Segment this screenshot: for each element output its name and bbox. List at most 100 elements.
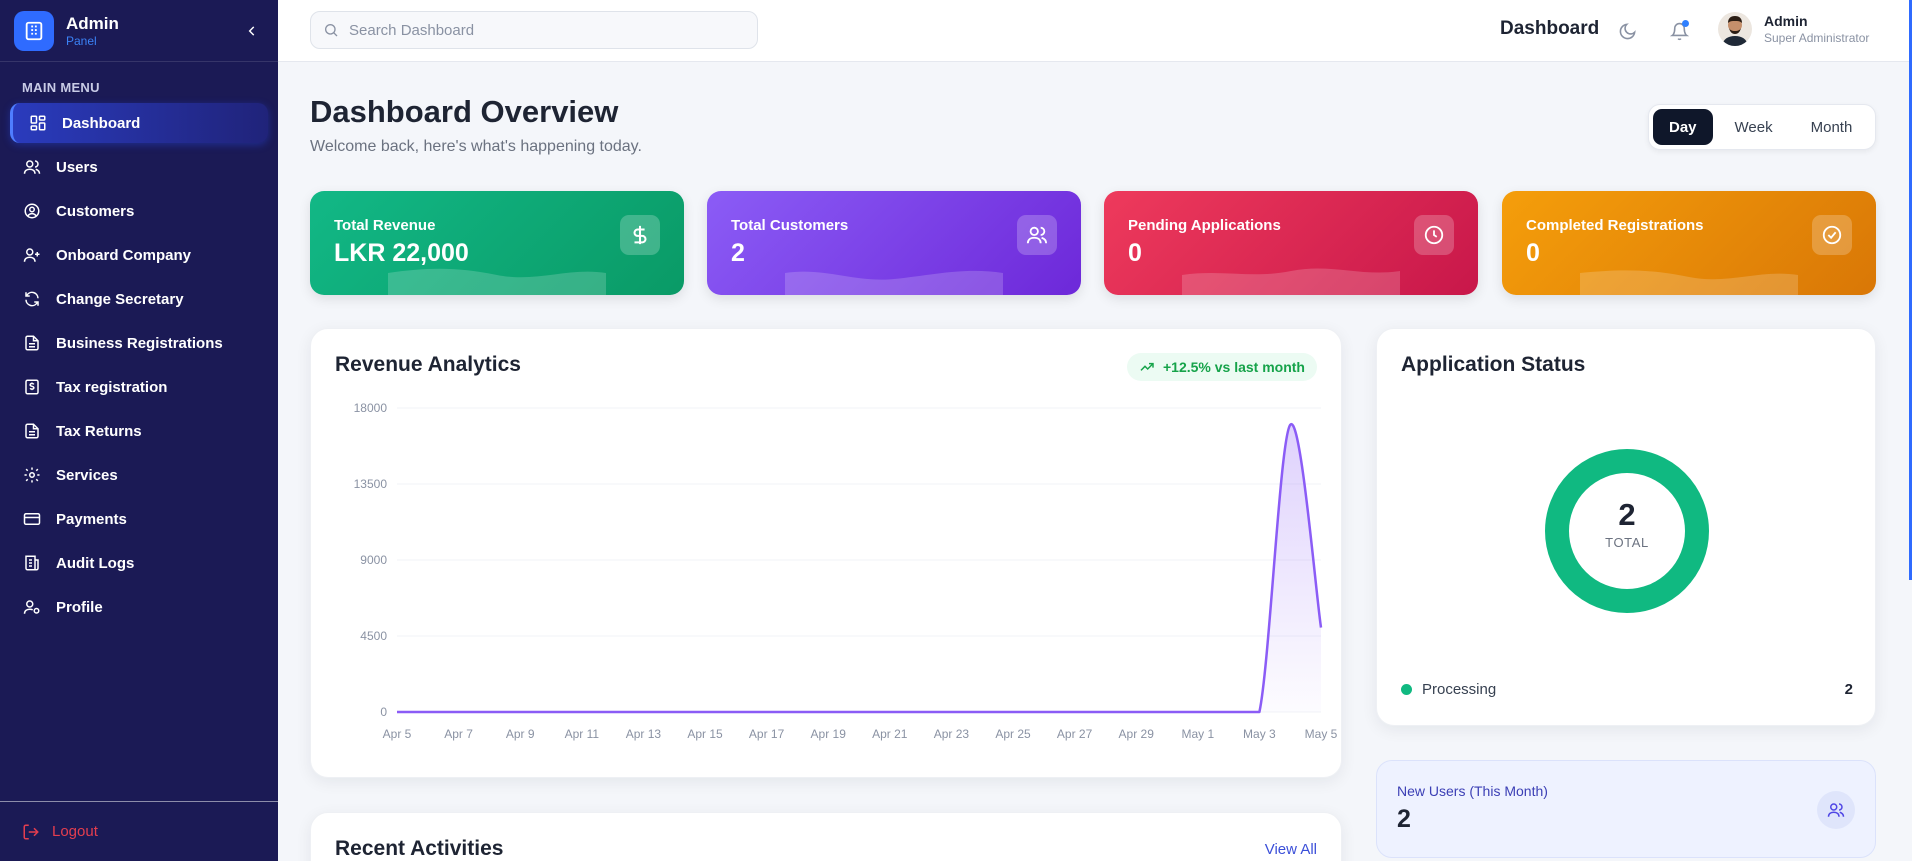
- document-icon: [22, 333, 42, 353]
- x-tick-label: Apr 29: [1119, 727, 1155, 741]
- legend-dot: [1401, 684, 1412, 695]
- y-tick-label: 0: [380, 705, 387, 719]
- topbar-title: Dashboard: [1500, 18, 1600, 39]
- legend-label: Processing: [1422, 681, 1497, 698]
- sidebar-item-change-secretary[interactable]: Change Secretary: [10, 279, 268, 319]
- y-tick-label: 18000: [354, 401, 388, 415]
- new-users-value: 2: [1397, 805, 1411, 833]
- check-circle-icon: [1812, 215, 1852, 255]
- sidebar-item-label: Services: [56, 466, 118, 484]
- view-all-link[interactable]: View All: [1265, 841, 1317, 858]
- revenue-area: [397, 424, 1321, 712]
- menu-heading: MAIN MENU: [22, 80, 100, 95]
- sidebar-menu: Dashboard Users Customers Onboard Compan…: [0, 103, 278, 627]
- x-tick-label: May 5: [1305, 727, 1338, 741]
- stat-label: Total Customers: [731, 217, 849, 234]
- sidebar-item-payments[interactable]: Payments: [10, 499, 268, 539]
- x-tick-label: Apr 11: [565, 727, 600, 741]
- sidebar-item-label: Tax Returns: [56, 422, 142, 440]
- user-plus-icon: [22, 245, 42, 265]
- panel-title: Revenue Analytics: [335, 353, 521, 376]
- document-icon: [22, 421, 42, 441]
- sidebar-item-services[interactable]: Services: [10, 455, 268, 495]
- sidebar-item-audit-logs[interactable]: Audit Logs: [10, 543, 268, 583]
- legend-value: 2: [1844, 681, 1853, 698]
- x-tick-label: Apr 7: [444, 727, 473, 741]
- range-day-button[interactable]: Day: [1653, 109, 1713, 145]
- stat-card-completed-registrations: Completed Registrations 0: [1502, 191, 1876, 295]
- stat-value: 0: [1128, 239, 1142, 267]
- x-tick-label: Apr 15: [687, 727, 723, 741]
- revenue-line: [397, 423, 1323, 714]
- stat-card-pending-applications: Pending Applications 0: [1104, 191, 1478, 295]
- stat-value: LKR 22,000: [334, 239, 469, 267]
- stat-card-total-revenue: Total Revenue LKR 22,000: [310, 191, 684, 295]
- growth-badge: +12.5% vs last month: [1126, 353, 1317, 381]
- sidebar-item-dashboard[interactable]: Dashboard: [10, 103, 268, 143]
- range-week-button[interactable]: Week: [1719, 109, 1789, 145]
- collapse-sidebar-button[interactable]: [240, 19, 264, 43]
- sidebar-item-onboard-company[interactable]: Onboard Company: [10, 235, 268, 275]
- search-box[interactable]: [310, 11, 758, 49]
- sidebar-item-label: Audit Logs: [56, 554, 135, 572]
- logout-label: Logout: [52, 823, 98, 840]
- search-input[interactable]: [349, 21, 729, 39]
- recent-activities-panel: Recent Activities View All: [310, 812, 1342, 861]
- wave-decoration: [1182, 268, 1400, 295]
- y-tick-label: 13500: [354, 477, 388, 491]
- growth-badge-text: +12.5% vs last month: [1162, 359, 1305, 375]
- stat-value: 2: [731, 239, 745, 267]
- sidebar-item-label: Tax registration: [56, 378, 168, 396]
- x-tick-label: Apr 23: [934, 727, 970, 741]
- user-menu[interactable]: Admin Super Administrator: [1718, 12, 1869, 46]
- building-icon: [14, 10, 54, 51]
- x-tick-label: May 1: [1181, 727, 1214, 741]
- brand-title: Admin: [66, 13, 119, 33]
- theme-toggle-button[interactable]: [1614, 18, 1640, 44]
- sidebar-item-tax-registration[interactable]: Tax registration: [10, 367, 268, 407]
- credit-card-icon: [22, 509, 42, 529]
- sidebar-item-label: Payments: [56, 510, 127, 528]
- notification-dot: [1682, 20, 1689, 27]
- sidebar-item-label: Business Registrations: [56, 334, 223, 352]
- revenue-chart: 0 4500 9000 13500 18000 Apr 5 Apr 7 Apr 9 Apr 11…: [354, 401, 1338, 741]
- user-circle-icon: [22, 201, 42, 221]
- sidebar-item-profile[interactable]: Profile: [10, 587, 268, 627]
- stat-label: Pending Applications: [1128, 217, 1281, 234]
- users-icon: [1017, 215, 1057, 255]
- sidebar-item-users[interactable]: Users: [10, 147, 268, 187]
- users-icon: [1817, 791, 1855, 829]
- wave-decoration: [388, 268, 606, 295]
- sidebar-item-label: Change Secretary: [56, 290, 184, 308]
- y-tick-label: 4500: [360, 629, 387, 643]
- range-month-button[interactable]: Month: [1795, 109, 1869, 145]
- new-users-card: New Users (This Month) 2: [1376, 760, 1876, 858]
- gear-icon: [22, 465, 42, 485]
- logout-button[interactable]: Logout: [22, 823, 98, 841]
- x-tick-label: Apr 13: [626, 727, 662, 741]
- sidebar-item-label: Onboard Company: [56, 246, 192, 264]
- stat-label: Total Revenue: [334, 217, 436, 234]
- search-icon: [325, 24, 338, 37]
- wave-decoration: [785, 270, 1003, 295]
- page-subtitle: Welcome back, here's what's happening to…: [310, 138, 642, 155]
- logout-icon: [22, 823, 40, 841]
- topbar: Dashboard Admin Super Administrator: [278, 0, 1912, 62]
- notifications-button[interactable]: [1666, 18, 1692, 44]
- y-tick-label: 9000: [360, 553, 387, 567]
- dashboard-grid-icon: [28, 113, 48, 133]
- x-tick-label: Apr 17: [749, 727, 785, 741]
- page-title: Dashboard Overview: [310, 94, 619, 129]
- sidebar-item-business-registrations[interactable]: Business Registrations: [10, 323, 268, 363]
- sidebar-item-tax-returns[interactable]: Tax Returns: [10, 411, 268, 451]
- brand: Admin Panel: [0, 0, 278, 62]
- moon-icon: [1619, 22, 1636, 39]
- sidebar-item-customers[interactable]: Customers: [10, 191, 268, 231]
- x-tick-label: Apr 21: [872, 727, 908, 741]
- sidebar-item-label: Dashboard: [62, 114, 141, 132]
- ledger-icon: [22, 553, 42, 573]
- sidebar-item-label: Users: [56, 158, 98, 176]
- stat-value: 0: [1526, 239, 1540, 267]
- range-toggle: Day Week Month: [1648, 104, 1876, 150]
- user-role: Super Administrator: [1764, 31, 1870, 45]
